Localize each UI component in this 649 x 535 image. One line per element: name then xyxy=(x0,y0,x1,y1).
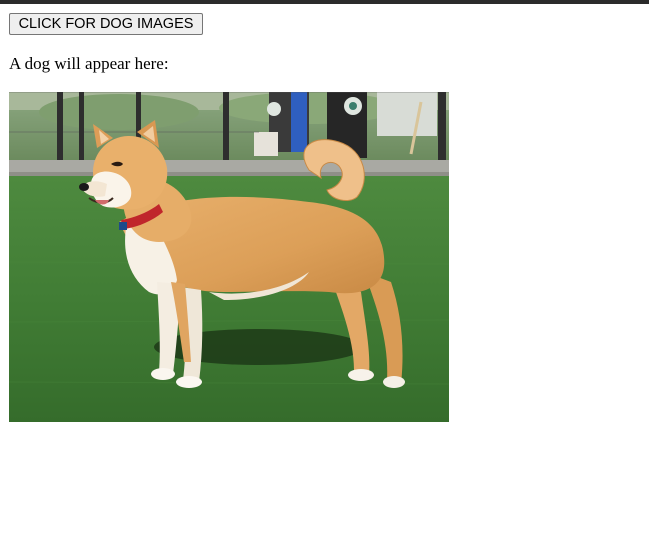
dog-caption-text: A dog will appear here: xyxy=(9,54,169,73)
top-border-bar xyxy=(0,0,649,4)
dog-images-button[interactable]: CLICK FOR DOG IMAGES xyxy=(9,13,203,35)
dog-photo xyxy=(9,92,449,422)
